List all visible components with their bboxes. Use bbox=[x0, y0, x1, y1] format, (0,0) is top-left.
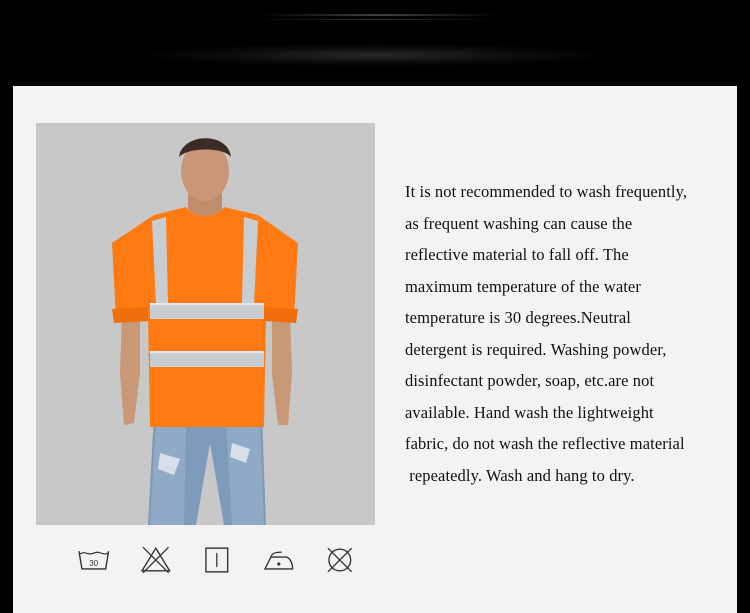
banner-fade-line-2 bbox=[250, 19, 500, 20]
top-banner bbox=[0, 0, 750, 86]
product-photo bbox=[36, 123, 375, 525]
description-line: repeatedly. Wash and hang to dry. bbox=[405, 465, 635, 485]
description-line: detergent is required. Washing powder, bbox=[405, 339, 667, 359]
do-not-bleach-icon bbox=[140, 546, 171, 574]
description-line: disinfectant powder, soap, etc.are not bbox=[405, 371, 655, 390]
description-line: as frequent washing can cause the bbox=[405, 213, 633, 233]
hang-dry-icon bbox=[205, 547, 229, 573]
iron-icon bbox=[263, 551, 294, 570]
banner-fade-line bbox=[260, 14, 500, 16]
description-line: reflective material to fall off. The bbox=[405, 245, 629, 264]
svg-text:30: 30 bbox=[89, 559, 98, 568]
wash-30-icon: 30 bbox=[78, 550, 110, 570]
description-line: fabric, do not wash the reflective mater… bbox=[405, 434, 685, 453]
product-detail-panel: It is not recommended to wash frequently… bbox=[13, 86, 737, 613]
description-line: temperature is 30 degrees.Neutral bbox=[405, 308, 631, 327]
description-line: available. Hand wash the lightweight bbox=[405, 402, 654, 422]
wash-instructions-text: It is not recommended to wash frequently… bbox=[405, 176, 725, 491]
description-line: maximum temperature of the water bbox=[405, 276, 641, 296]
care-symbols: 30 bbox=[77, 543, 357, 577]
do-not-dry-clean-icon bbox=[327, 547, 353, 573]
banner-glow bbox=[150, 44, 600, 66]
description-line: It is not recommended to wash frequently… bbox=[405, 182, 688, 201]
model-illustration bbox=[36, 123, 375, 525]
